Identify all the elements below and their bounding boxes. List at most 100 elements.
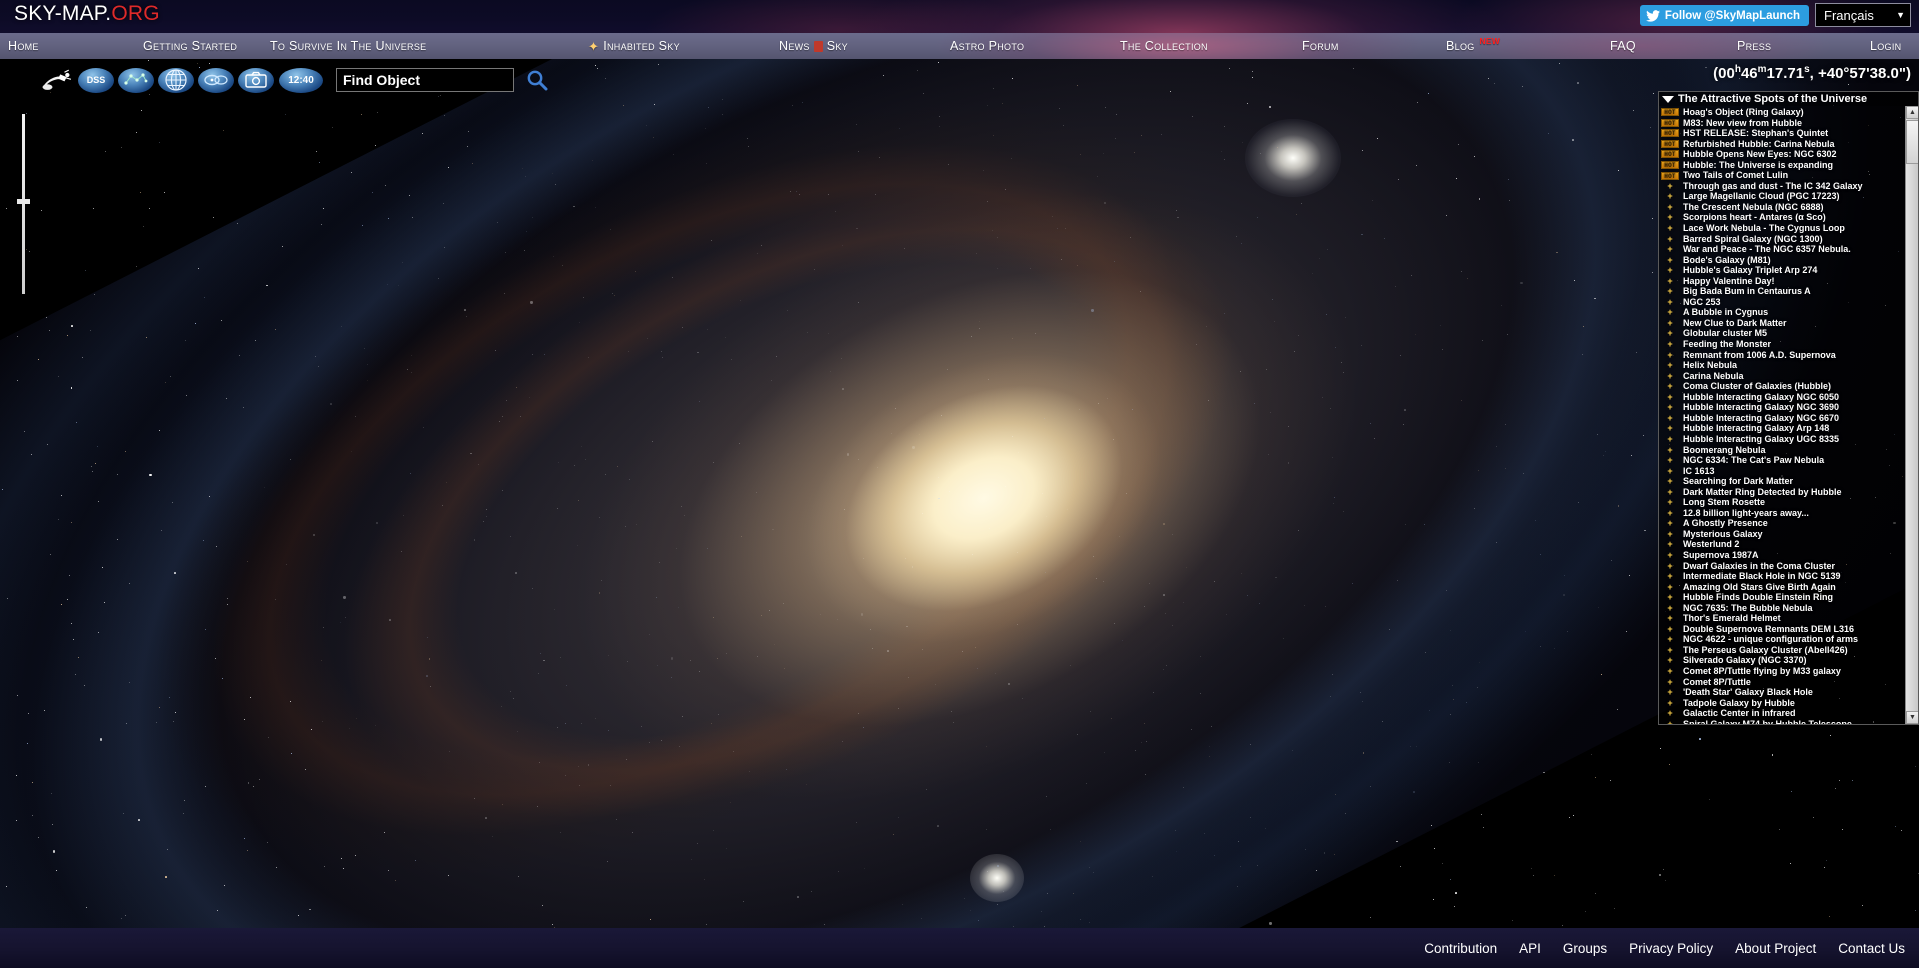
nav-item-forum[interactable]: Forum [1302,33,1339,59]
spot-list-item[interactable]: + Amazing Old Stars Give Birth Again [1661,582,1905,593]
spot-list-item[interactable]: + Scorpions heart - Antares (α Sco) [1661,212,1905,223]
spot-list-item[interactable]: + Thor's Emerald Helmet [1661,613,1905,624]
spot-list-item[interactable]: + Comet 8P/Tuttle flying by M33 galaxy [1661,666,1905,677]
footer-link-privacy-policy[interactable]: Privacy Policy [1629,941,1713,956]
spot-list-item[interactable]: + The Crescent Nebula (NGC 6888) [1661,202,1905,213]
constellations-icon[interactable] [116,67,156,93]
spot-list-item[interactable]: + Hubble Interacting Galaxy UGC 8335 [1661,434,1905,445]
sky-view-canvas[interactable]: DSS 12:40 Find Object (00h46m17.71s, +40… [0,59,1919,928]
spot-list-item[interactable]: + Bode's Galaxy (M81) [1661,255,1905,266]
spot-list-item[interactable]: + 'Death Star' Galaxy Black Hole [1661,687,1905,698]
spot-list-item[interactable]: +12.8 billion light-years away... [1661,508,1905,519]
scroll-thumb[interactable] [1906,120,1918,164]
spot-list-item[interactable]: + Mysterious Galaxy [1661,529,1905,540]
search-input[interactable] [336,68,514,92]
spot-list-item[interactable]: + Boomerang Nebula [1661,445,1905,456]
spot-list-item[interactable]: + Dwarf Galaxies in the Coma Cluster [1661,561,1905,572]
telescope-icon[interactable] [36,67,76,93]
spot-list-item[interactable]: + War and Peace - The NGC 6357 Nebula. [1661,244,1905,255]
spot-list-item[interactable]: + Hubble Interacting Galaxy NGC 3690 [1661,402,1905,413]
spot-list-item[interactable]: HOT Refurbished Hubble: Carina Nebula [1661,139,1905,150]
spot-list-item[interactable]: + Through gas and dust - The IC 342 Galax… [1661,181,1905,192]
spot-list-item[interactable]: HOT Hubble: The Universe is expanding [1661,160,1905,171]
nav-item-news[interactable]: News Sky [779,33,848,59]
spot-list-item[interactable]: + Coma Cluster of Galaxies (Hubble) [1661,381,1905,392]
spot-list-item[interactable]: + Globular cluster M5 [1661,328,1905,339]
spot-list-item[interactable]: + Big Bada Bum in Centaurus A [1661,286,1905,297]
dss-survey-icon[interactable]: DSS [76,67,116,93]
spot-list-item[interactable]: + Spiral Galaxy M74 by Hubble Telescope [1661,719,1905,724]
spot-list-item[interactable]: + Hubble Finds Double Einstein Ring [1661,592,1905,603]
spot-list-item[interactable]: + Remnant from 1006 A.D. Supernova [1661,350,1905,361]
footer-link-contribution[interactable]: Contribution [1424,941,1497,956]
nav-item-press[interactable]: Press [1737,33,1771,59]
orbits-icon[interactable] [196,67,236,93]
spot-list-item[interactable]: + Hubble's Galaxy Triplet Arp 274 [1661,265,1905,276]
spot-list-item[interactable]: + Tadpole Galaxy by Hubble [1661,698,1905,709]
nav-item-home[interactable]: Home [8,33,39,59]
time-display-button[interactable]: 12:40 [276,67,326,93]
spot-list-item[interactable]: + New Clue to Dark Matter [1661,318,1905,329]
spot-list-item[interactable]: + Large Magellanic Cloud (PGC 17223) [1661,191,1905,202]
spot-list-item[interactable]: + IC 1613 [1661,466,1905,477]
spot-list-item[interactable]: + A Ghostly Presence [1661,518,1905,529]
nav-item-inhabited-sky[interactable]: ✦ Inhabited Sky [588,33,680,59]
zoom-slider-handle[interactable] [17,199,30,204]
spot-list-item[interactable]: + Galactic Center in infrared [1661,708,1905,719]
spot-list-item[interactable]: + Supernova 1987A [1661,550,1905,561]
spot-list-item[interactable]: + Hubble Interacting Galaxy Arp 148 [1661,423,1905,434]
footer-link-about-project[interactable]: About Project [1735,941,1816,956]
nav-item-login[interactable]: Login [1870,33,1901,59]
footer-link-contact-us[interactable]: Contact Us [1838,941,1905,956]
nav-item-blog[interactable]: Blog NEW [1446,33,1500,59]
spot-list-item[interactable]: + Westerlund 2 [1661,539,1905,550]
spot-list-item[interactable]: + Searching for Dark Matter [1661,476,1905,487]
spot-list-item[interactable]: + Dark Matter Ring Detected by Hubble [1661,487,1905,498]
spot-list-item[interactable]: + NGC 4622 - unique configuration of arms [1661,634,1905,645]
nav-item-astro-photo[interactable]: Astro Photo [950,33,1024,59]
spot-list-item[interactable]: HOT Hoag's Object (Ring Galaxy) [1661,107,1905,118]
panel-scrollbar[interactable]: ▲ ▼ [1905,106,1918,724]
spot-list-item[interactable]: + Long Stem Rosette [1661,497,1905,508]
spot-list-item[interactable]: + Hubble Interacting Galaxy NGC 6670 [1661,413,1905,424]
spot-list-item[interactable]: + NGC 253 [1661,297,1905,308]
search-icon[interactable] [524,67,550,93]
spot-list-item[interactable]: + Feeding the Monster [1661,339,1905,350]
spot-list-item[interactable]: + Double Supernova Remnants DEM L316 [1661,624,1905,635]
language-selector[interactable]: Français ▼ [1815,3,1911,27]
twitter-follow-button[interactable]: Follow @SkyMapLaunch [1639,5,1809,26]
spot-list-item[interactable]: + Helix Nebula [1661,360,1905,371]
plus-marker-icon: + [1667,370,1673,381]
spot-list-item[interactable]: + NGC 7635: The Bubble Nebula [1661,603,1905,614]
nav-item-getting-started[interactable]: Getting Started [143,33,237,59]
spot-list-item[interactable]: + The Perseus Galaxy Cluster (Abell426) [1661,645,1905,656]
coordinate-grid-icon[interactable] [156,67,196,93]
orbit-glyph [198,67,234,93]
spot-list-item[interactable]: + Hubble Interacting Galaxy NGC 6050 [1661,392,1905,403]
scroll-up-arrow[interactable]: ▲ [1906,106,1918,119]
spot-list-item[interactable]: HOT HST RELEASE: Stephan's Quintet [1661,128,1905,139]
nav-item-faq[interactable]: FAQ [1610,33,1636,59]
panel-header[interactable]: The Attractive Spots of the Universe [1659,92,1918,106]
plus-marker-icon: + [1667,307,1673,318]
zoom-slider-track[interactable] [22,114,25,294]
spot-list-item[interactable]: + Carina Nebula [1661,371,1905,382]
nav-item-the-collection[interactable]: The Collection [1120,33,1208,59]
nav-item-to-survive-in-the-universe[interactable]: To Survive in the Universe [270,33,426,59]
spot-list-item[interactable]: + A Bubble in Cygnus [1661,307,1905,318]
spot-list-item[interactable]: HOT M83: New view from Hubble [1661,118,1905,129]
footer-link-groups[interactable]: Groups [1563,941,1607,956]
camera-icon[interactable] [236,67,276,93]
spot-list-item[interactable]: + Lace Work Nebula - The Cygnus Loop [1661,223,1905,234]
spot-list-item[interactable]: HOT Two Tails of Comet Lulin [1661,170,1905,181]
site-logo[interactable]: SKY-MAP.ORG [14,2,160,26]
spot-list-item[interactable]: + NGC 6334: The Cat's Paw Nebula [1661,455,1905,466]
footer-link-api[interactable]: API [1519,941,1541,956]
spot-list-item[interactable]: + Happy Valentine Day! [1661,276,1905,287]
spot-list-item[interactable]: HOT Hubble Opens New Eyes: NGC 6302 [1661,149,1905,160]
spot-list-item[interactable]: + Silverado Galaxy (NGC 3370) [1661,655,1905,666]
spot-list-item[interactable]: + Barred Spiral Galaxy (NGC 1300) [1661,234,1905,245]
spot-list-item[interactable]: + Comet 8P/Tuttle [1661,677,1905,688]
scroll-down-arrow[interactable]: ▼ [1906,711,1918,724]
spot-list-item[interactable]: + Intermediate Black Hole in NGC 5139 [1661,571,1905,582]
